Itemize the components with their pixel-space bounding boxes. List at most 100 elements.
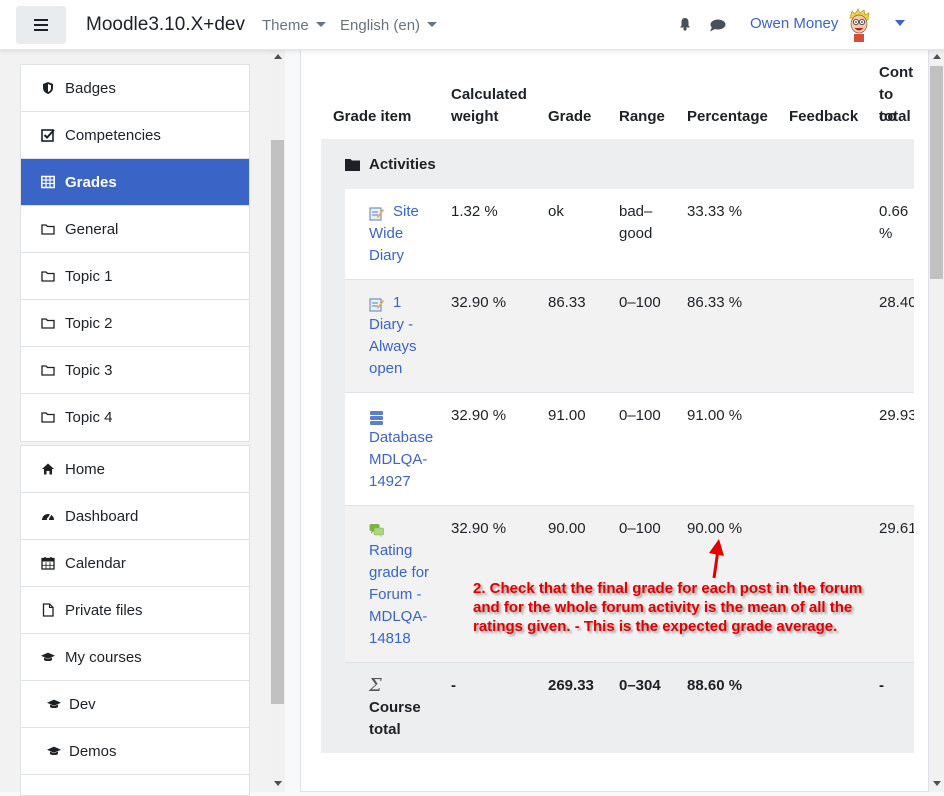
sidebar-item-label: Calendar [65,555,126,572]
sidebar-item-label: Grades [65,174,117,191]
calculated-weight: - [451,677,456,694]
col-header-contribution: Cont [879,64,914,81]
grade-item-line: 1 [393,294,402,311]
sidebar-item-label: Dashboard [65,508,139,525]
grade-value: 86.33 [548,294,586,311]
annotation-arrow-icon [709,539,724,579]
home-icon [42,463,54,475]
sidebar-item-partial[interactable] [21,775,249,795]
range-line: bad– [619,203,653,220]
contribution-value: 29.93 [879,407,914,424]
calculated-weight: 32.90 % [451,294,507,311]
course-total-line: Course [369,699,421,716]
sidebar-item-home[interactable]: Home [21,446,249,493]
scroll-down-arrow-icon[interactable] [274,781,282,786]
sidebar-item-topic-3[interactable]: Topic 3 [21,347,249,394]
chevron-down-icon [427,21,438,27]
grade-item-link[interactable]: Database MDLQA- 14927 [369,427,433,493]
site-name[interactable]: Moodle3.10.X+dev [86,14,245,36]
language-menu-label: English (en) [340,17,421,34]
grade-item-line: MDLQA- [369,608,428,625]
grade-value: ok [548,203,564,220]
range-value: bad– good [619,201,652,245]
folder-icon [41,224,55,235]
sidebar-item-label: Topic 3 [65,362,113,379]
sidebar-item-label: Topic 4 [65,409,113,426]
range-value: 0–304 [619,677,661,694]
grade-item-line: Wide [369,225,404,242]
annotation-text: 2. Check that the final grade for each p… [473,580,863,635]
database-icon [370,411,383,425]
scroll-down-arrow-icon[interactable] [933,781,941,786]
sidebar-item-label: Competencies [65,127,161,144]
col-header-grade-item: Grade item [333,108,412,125]
folder-icon [41,412,55,423]
chat-icon[interactable] [709,19,726,32]
course-total-line: total [369,721,401,738]
top-navbar: Moodle3.10.X+dev Theme English (en) Owen… [0,0,944,50]
checkbox-icon [41,129,55,142]
contribution-value: 28.40 [879,294,914,311]
bell-icon[interactable] [678,17,692,31]
folder-icon [345,159,360,171]
col-header-contribution-3: total [879,108,911,125]
sidebar-item-private-files[interactable]: Private files [21,587,249,634]
language-menu[interactable]: English (en) [340,17,438,34]
sidebar-item-topic-4[interactable]: Topic 4 [21,394,249,441]
grade-item-line: open [369,360,403,377]
range-value: 0–100 [619,520,661,537]
folder-icon [41,365,55,376]
chevron-down-icon[interactable] [895,20,905,26]
sidebar-item-label: Topic 1 [65,268,113,285]
drawer-scrollbar-thumb[interactable] [271,140,284,704]
grade-item-line: Diary - [369,316,414,333]
percentage-value: 91.00 % [687,407,743,424]
user-name[interactable]: Owen Money [750,15,838,32]
table-row: 1 Diary - Always open 32.90 % 86.33 0–10… [345,280,914,393]
category-row: Activities [321,139,914,189]
sidebar-item-competencies[interactable]: Competencies [21,112,249,159]
grade-item-line: Always [369,338,417,355]
grade-item-line: Site [393,203,419,220]
range-value: 0–100 [619,294,661,311]
hamburger-menu-button[interactable] [16,6,66,44]
sidebar-item-label: My courses [65,649,142,666]
site-nav-group: Home Dashboard Calendar Private files My… [20,445,250,796]
table-row: Database MDLQA- 14927 32.90 % 91.00 0–10… [345,393,914,506]
grade-item-link[interactable]: Site Wide Diary [369,201,419,267]
grade-value: 91.00 [548,407,586,424]
grade-item-link[interactable]: 1 Diary - Always open [369,292,417,380]
grade-item-line: 14818 [369,630,411,647]
sidebar-item-dev[interactable]: Dev [21,681,249,728]
sidebar-item-label: Dev [69,696,96,713]
grade-value: 90.00 [548,520,586,537]
chevron-down-icon [315,21,326,27]
sidebar-item-badges[interactable]: Badges [21,65,249,112]
main-content-card: Grade item Calculated weight Grade Range… [300,50,929,792]
sidebar-item-demos[interactable]: Demos [21,728,249,775]
col-header-grade: Grade [548,108,592,125]
page-scrollbar-thumb[interactable] [930,66,943,279]
sidebar-item-calendar[interactable]: Calendar [21,540,249,587]
category-name: Activities [369,156,436,173]
theme-menu-label: Theme [262,17,309,34]
theme-menu[interactable]: Theme [262,17,326,34]
sidebar-item-topic-1[interactable]: Topic 1 [21,253,249,300]
scroll-up-arrow-icon[interactable] [933,54,941,59]
sidebar-item-grades[interactable]: Grades [21,159,249,206]
grade-item-link[interactable]: Rating grade for Forum - MDLQA- 14818 [369,540,429,650]
sidebar-item-my-courses[interactable]: My courses [21,634,249,681]
sidebar-item-dashboard[interactable]: Dashboard [21,493,249,540]
grade-item-line: Rating [369,542,413,559]
user-avatar[interactable] [846,8,872,42]
percentage-value: 90.00 % [687,520,743,537]
forum-icon [369,524,384,538]
sidebar-item-general[interactable]: General [21,206,249,253]
col-header-percentage: Percentage [687,108,768,125]
grade-item-line: Forum - [369,586,422,603]
percentage-value: 86.33 % [687,294,743,311]
sidebar-item-topic-2[interactable]: Topic 2 [21,300,249,347]
file-icon [42,603,54,617]
sidebar-item-label: Badges [65,80,116,97]
scroll-up-arrow-icon[interactable] [274,54,282,59]
